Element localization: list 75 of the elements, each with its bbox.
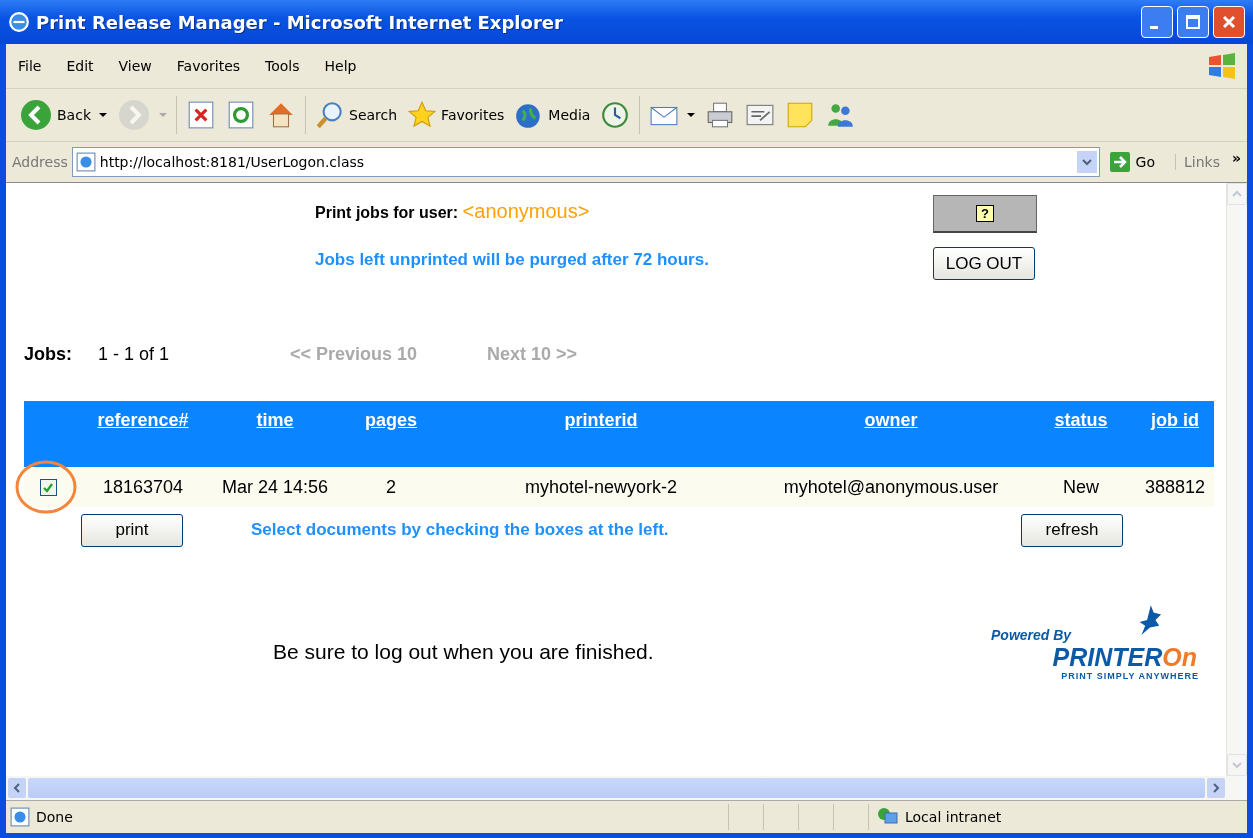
refresh-button[interactable]: refresh	[1021, 513, 1123, 547]
windows-flag-icon	[1207, 53, 1237, 79]
chevron-down-icon	[1232, 760, 1242, 770]
menu-item[interactable]: Edit	[66, 58, 94, 74]
browser-icon	[8, 11, 30, 33]
maximize-icon	[1183, 12, 1203, 32]
minimize-button[interactable]	[1141, 6, 1173, 38]
status-text: Done	[36, 809, 74, 825]
menu-item[interactable]: File	[18, 58, 42, 74]
logo-wordmark: PRINTEROn	[1052, 643, 1197, 671]
media-button[interactable]: Media	[509, 93, 596, 137]
links-button[interactable]: Links	[1175, 154, 1220, 170]
scroll-left-button[interactable]	[8, 778, 26, 798]
jobs-label: Jobs:	[24, 343, 73, 365]
window-title: Print Release Manager - Microsoft Internet Explorer	[36, 11, 564, 33]
scroll-right-button[interactable]	[1207, 778, 1225, 798]
column-header[interactable]: job id	[1151, 410, 1199, 430]
column-header[interactable]: pages	[365, 410, 417, 430]
checkbox[interactable]	[39, 479, 57, 497]
table-cell: 2	[386, 476, 396, 497]
page-icon	[10, 807, 30, 827]
caret-icon[interactable]	[687, 111, 696, 119]
go-button[interactable]: Go	[1099, 152, 1175, 172]
minimize-icon	[1150, 25, 1158, 29]
more-links-button[interactable]: »	[1231, 150, 1241, 166]
table-cell: myhotel@anonymous.user	[783, 476, 999, 497]
menu-item[interactable]: Help	[324, 58, 357, 74]
stop-icon	[186, 100, 216, 130]
column-header[interactable]: printerid	[564, 410, 638, 430]
table-cell: Mar 24 14:56	[221, 476, 329, 497]
menu-item[interactable]: View	[118, 58, 152, 74]
menu-item[interactable]: Tools	[265, 58, 300, 74]
column-header[interactable]: time	[256, 410, 294, 430]
dropdown-button[interactable]	[1076, 151, 1097, 173]
table-cell: myhotel-newyork-2	[524, 476, 678, 497]
search-icon	[315, 100, 345, 130]
arrow-icon	[1109, 152, 1130, 172]
page-icon	[75, 152, 96, 172]
zone-text: Local intranet	[905, 809, 1002, 825]
print-button[interactable]: print	[81, 513, 183, 547]
network-icon	[877, 807, 899, 827]
search-button[interactable]: Search	[310, 93, 403, 137]
star-icon	[407, 100, 438, 130]
back-button[interactable]: Back	[14, 93, 112, 137]
horizontal-scrollbar[interactable]	[6, 776, 1247, 800]
logout-reminder: Be sure to log out when you are finished.	[273, 640, 655, 664]
menu-item[interactable]: Favorites	[176, 58, 241, 74]
scroll-thumb[interactable]	[28, 778, 1205, 798]
user-heading: Print jobs for user: <anonymous>	[315, 200, 591, 223]
address-label: Address	[12, 154, 68, 170]
column-header[interactable]: status	[1054, 410, 1108, 430]
table-cell: 18163704	[102, 476, 184, 497]
jobs-range: 1 - 1 of 1	[98, 343, 171, 365]
table-cell: New	[1063, 476, 1099, 497]
highlight-circle	[14, 459, 78, 515]
column-header[interactable]: reference#	[97, 410, 189, 430]
column-header[interactable]: owner	[864, 410, 918, 430]
chevron-left-icon	[12, 783, 22, 793]
maximize-button[interactable]	[1177, 6, 1209, 38]
close-button[interactable]	[1213, 6, 1245, 38]
chevron-down-icon	[1081, 157, 1092, 167]
logout-button[interactable]: LOG OUT	[933, 247, 1035, 280]
chevron-up-icon	[1232, 189, 1242, 199]
purge-notice: Jobs left unprinted will be purged after 72 hours.	[315, 249, 710, 271]
refresh-icon	[226, 100, 256, 130]
chevron-right-icon	[1211, 783, 1221, 793]
instruction-text: Select documents by checking the boxes at the left.	[251, 520, 670, 540]
powered-by-text: Powered By	[991, 627, 1072, 643]
table-cell: 388812	[1144, 476, 1206, 497]
logo-tagline: PRINT SIMPLY ANYWHERE	[1061, 671, 1199, 681]
caret-icon[interactable]	[99, 111, 107, 119]
favorites-button[interactable]: Favorites	[402, 93, 510, 137]
clock-icon	[600, 100, 631, 130]
address-field[interactable]: http://localhost:8181/UserLogon.class	[71, 147, 1100, 177]
help-button[interactable]: ?	[933, 195, 1037, 233]
